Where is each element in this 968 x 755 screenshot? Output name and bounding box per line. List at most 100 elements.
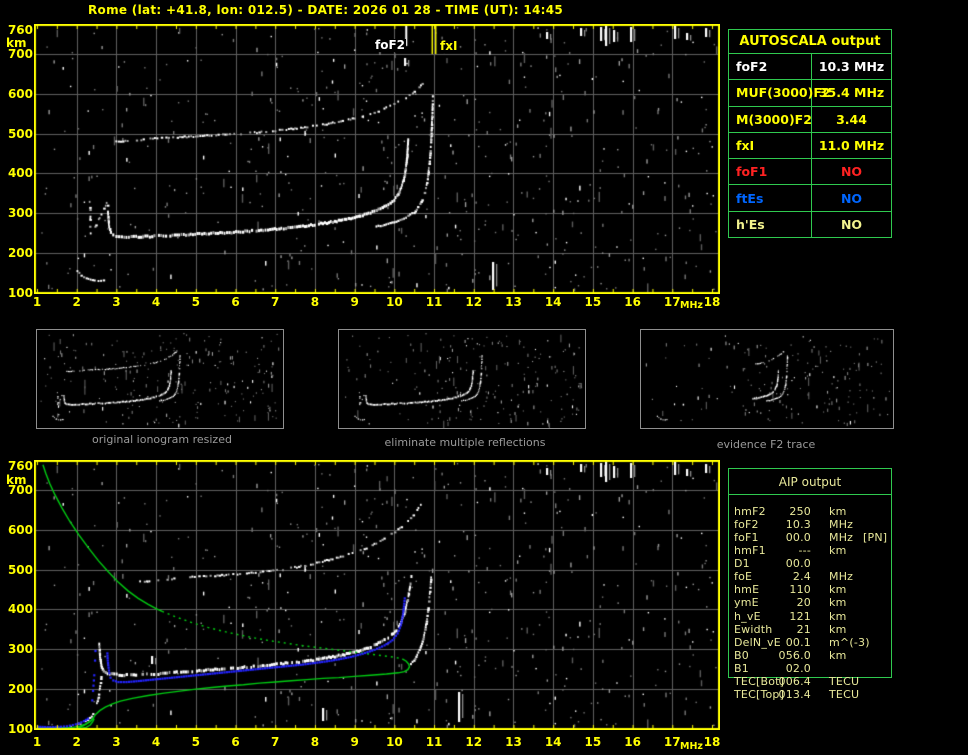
x-tick-label: 8 [310, 295, 320, 309]
x-tick-label: 10 [385, 735, 403, 749]
autoscala-row-fxi: fxI 11.0 MHz [729, 132, 891, 160]
x-tick-label: 17 [663, 295, 681, 309]
autoscala-row-fof1: foF1 NO [729, 159, 891, 186]
x-tick-label: 18 [703, 735, 721, 749]
parameter-value: 006.4 [778, 674, 811, 688]
parameter-value: NO [840, 164, 863, 180]
aip-row-tectop: TEC[Top] 013.4 TECU [729, 688, 891, 701]
parameter-value: 00.0 [785, 531, 811, 545]
parameter-value: NO [840, 216, 863, 232]
x-tick-label: 6 [231, 735, 240, 749]
y-tick-label: 300 [7, 206, 33, 221]
x-tick-label: 18 [703, 295, 721, 309]
x-tick-label: 4 [151, 295, 161, 309]
y-tick-label: 200 [7, 682, 33, 697]
parameter-label: h'Es [729, 211, 812, 237]
parameter-label: h_vE [734, 609, 761, 623]
parameter-value: 00.1 [785, 635, 811, 649]
y-tick-label: 200 [7, 246, 33, 261]
parameter-label: fxI [729, 132, 812, 159]
x-tick-label: 9 [350, 295, 359, 309]
x-tick-label: 2 [72, 735, 81, 749]
parameter-label: M(3000)F2 [729, 106, 812, 132]
parameter-unit: m^(-3) [829, 635, 870, 649]
y-tick-label: 600 [7, 522, 33, 537]
parameter-unit: MHz [829, 531, 854, 545]
bottom-ionogram-canvas [34, 460, 720, 730]
aip-row-ewidth: Ewidth 21 km [729, 623, 891, 636]
y-tick-label: 600 [7, 86, 33, 101]
y-tick-label: 500 [7, 126, 33, 141]
x-tick-label: 14 [544, 735, 562, 749]
aip-row-hmf2: hmF2 250 km [729, 505, 891, 518]
parameter-value: NO [840, 190, 863, 206]
parameter-value: 21 [796, 622, 811, 636]
autoscala-row-hes: h'Es NO [729, 211, 891, 237]
autoscala-row-muf3000f2: MUF(3000)F2 35.4 MHz [729, 80, 891, 107]
parameter-label: foF2 [734, 518, 759, 532]
parameter-value: 11.0 MHz [818, 137, 885, 153]
x-tick-label: 16 [624, 295, 641, 309]
y-tick-label: 760 [7, 23, 33, 37]
parameter-unit: TECU [829, 687, 860, 701]
x-tick-label: 12 [465, 295, 483, 309]
fxi-marker-label: fxI [439, 39, 459, 53]
parameter-label: foF1 [729, 159, 812, 185]
aip-row-fof2: foF2 10.3 MHz [729, 518, 891, 531]
x-tick-label: 14 [544, 295, 562, 309]
aip-row-b1: B1 02.0 [729, 662, 891, 675]
parameter-value: 2.4 [792, 570, 811, 584]
page-title: Rome (lat: +41.8, lon: 012.5) - DATE: 20… [88, 3, 564, 17]
thumb-original-caption: original ionogram resized [92, 433, 232, 446]
parameter-label: B1 [734, 661, 749, 675]
parameter-label: hmE [734, 583, 760, 597]
aip-row-foe: foE 2.4 MHz [729, 570, 891, 583]
x-tick-label: 15 [584, 295, 602, 309]
parameter-label: D1 [734, 557, 750, 571]
aip-row-yme: ymE 20 km [729, 596, 891, 609]
parameter-label: ymE [734, 596, 759, 610]
parameter-unit: TECU [829, 674, 860, 688]
y-tick-label: 100 [7, 722, 33, 736]
parameter-value: 110 [789, 583, 811, 597]
x-tick-label: 4 [151, 735, 161, 749]
aip-table-divider [729, 494, 891, 495]
y-tick-label: 700 [7, 46, 33, 61]
parameter-value: 10.3 MHz [818, 59, 885, 75]
y-tick-label: 400 [7, 166, 33, 181]
x-tick-label: 10 [385, 295, 403, 309]
parameter-value: 02.0 [785, 661, 811, 675]
parameter-value: 20 [796, 596, 811, 610]
x-tick-label: 1 [32, 295, 42, 309]
x-tick-label: 15 [584, 735, 602, 749]
aip-row-hmf1: hmF1 --- km [729, 544, 891, 557]
parameter-value: 3.44 [836, 111, 867, 127]
aip-row-tecbot: TEC[Bot] 006.4 TECU [729, 675, 891, 688]
top-ionogram-canvas [34, 24, 720, 294]
parameter-label: hmF2 [734, 505, 766, 518]
parameter-value: 250 [789, 505, 811, 518]
parameter-label: foF2 [729, 54, 812, 80]
aip-output-table: AIP output hmF2 250 km foF2 10.3 MHz foF1 00.0 M… [728, 468, 892, 701]
parameter-value: 35.4 MHz [818, 85, 885, 101]
autoscala-row-m3000f2: M(3000)F2 3.44 [729, 106, 891, 133]
x-tick-label: 12 [465, 735, 483, 749]
x-tick-label: 13 [505, 295, 522, 309]
x-tick-label: 1 [32, 735, 42, 749]
x-tick-label: 3 [112, 735, 121, 749]
x-tick-label: 6 [231, 295, 240, 309]
x-tick-label: 16 [624, 735, 641, 749]
parameter-value: 056.0 [778, 648, 811, 662]
x-tick-label: 11 [425, 295, 443, 309]
parameter-flag: [PN] [863, 531, 888, 545]
parameter-label: ftEs [729, 185, 812, 211]
thumb-eliminate-multiples-canvas [338, 329, 586, 429]
autoscala-row-ftes: ftEs NO [729, 185, 891, 212]
parameter-unit: MHz [829, 518, 854, 532]
autoscala-table-title: AUTOSCALA output [729, 30, 891, 54]
aip-row-hve: h_vE 121 km [729, 610, 891, 623]
parameter-value: 121 [789, 609, 811, 623]
aip-row-delnve: DelN_vE 00.1 m^(-3) [729, 636, 891, 649]
x-tick-label: 9 [350, 735, 359, 749]
x-tick-label: 11 [425, 735, 443, 749]
